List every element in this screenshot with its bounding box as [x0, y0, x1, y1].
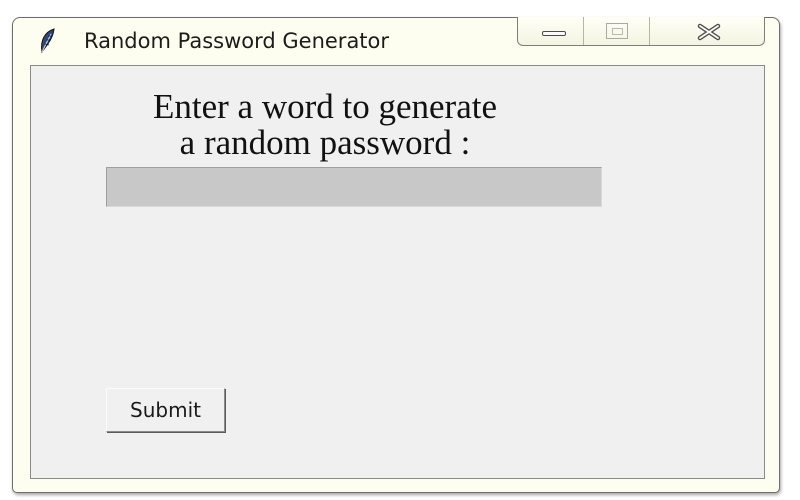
prompt-line-2: a random password : — [179, 123, 471, 162]
feather-icon[interactable] — [37, 28, 59, 54]
prompt-label: Enter a word to generate a random passwo… — [31, 89, 619, 161]
word-input[interactable] — [106, 167, 602, 207]
maximize-icon — [606, 23, 628, 39]
maximize-button[interactable] — [584, 17, 650, 45]
minimize-button[interactable] — [518, 17, 584, 45]
prompt-line-1: Enter a word to generate — [152, 87, 497, 126]
caption-buttons — [517, 17, 765, 46]
window-title: Random Password Generator — [84, 29, 390, 53]
close-icon — [694, 21, 724, 43]
submit-button[interactable]: Submit — [106, 388, 225, 432]
app-window: Random Password Generator Enter a word t… — [12, 17, 780, 493]
close-button[interactable] — [650, 17, 764, 45]
title-bar[interactable]: Random Password Generator — [13, 17, 779, 64]
client-area: Enter a word to generate a random passwo… — [30, 65, 765, 479]
minimize-icon — [542, 31, 566, 36]
